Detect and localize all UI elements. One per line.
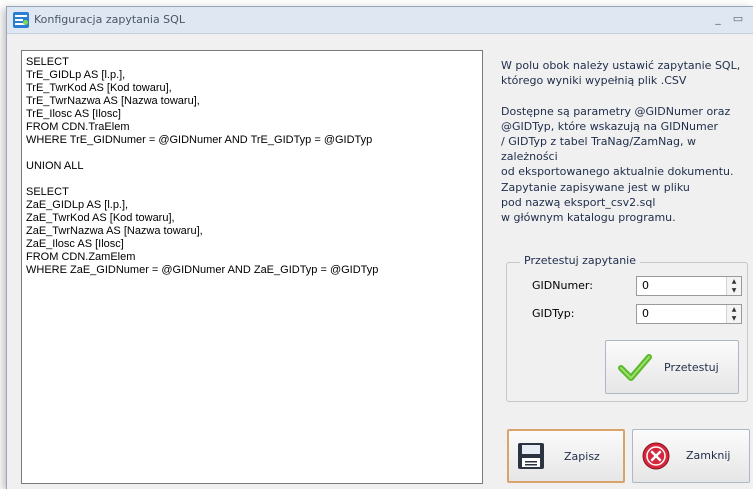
description-line: Dostępne są parametry @GIDNumer oraz [501,105,731,118]
sql-line: TrE_Ilosc AS [Ilosc] [26,108,121,120]
description-paragraph-1: W polu obok należy ustawić zapytanie SQL… [501,58,740,88]
sql-line: FROM CDN.ZamElem [26,251,136,263]
maximize-button[interactable]: ▭ [729,10,747,28]
gidnumer-label: GIDNumer: [532,279,593,292]
gidtyp-spinner[interactable]: 0 ▲ ▼ [636,304,742,324]
sql-line: ZaE_TwrKod AS [Kod towaru], [26,212,175,224]
sql-line: TrE_TwrNazwa AS [Nazwa towaru], [26,95,200,107]
description-line: @GIDTyp, które wskazują na GIDNumer [501,120,719,133]
sql-line: TrE_TwrKod AS [Kod towaru], [26,82,172,94]
description-paragraph-2: Dostępne są parametry @GIDNumer oraz @GI… [501,104,753,179]
sql-line: FROM CDN.TraElem [26,121,130,133]
description-line: W polu obok należy ustawić zapytanie SQL… [501,59,741,72]
save-button[interactable]: Zapisz [507,429,625,483]
sql-line: TrE_GIDLp AS [l.p.], [26,69,126,81]
sql-line: UNION ALL [26,160,84,172]
test-button-label: Przetestuj [664,361,719,374]
spinner-arrows-icon[interactable]: ▲ ▼ [726,277,741,295]
description-line: pod nazwą eksport_csv2.sql [501,196,656,209]
description-line: od eksportowanego aktualnie dokumentu. [501,165,734,178]
sql-query-editor[interactable]: SELECT TrE_GIDLp AS [l.p.], TrE_TwrKod AS … [21,50,483,484]
minimize-button[interactable]: _ [709,10,727,28]
dialog-window: Konfiguracja zapytania SQL _ ▭ × SELECTT… [6,6,753,489]
checkmark-icon [618,354,652,381]
description-line: / GIDTyp z tabel TraNag/ZamNag, w zależn… [501,135,697,163]
sql-line [26,173,478,186]
sql-line: ZaE_TwrNazwa AS [Nazwa towaru], [26,225,203,237]
description-line: którego wyniki wypełnią plik .CSV [501,74,687,87]
sql-line: WHERE TrE_GIDNumer = @GIDNumer AND TrE_G… [26,134,373,146]
sql-line: SELECT [26,56,69,68]
gidnumer-spinner[interactable]: 0 ▲ ▼ [636,276,742,296]
gidtyp-label: GIDTyp: [532,307,575,320]
description-line: w głównym katalogu programu. [501,211,676,224]
test-query-group-title: Przetestuj zapytanie [520,254,641,267]
spinner-arrows-icon[interactable]: ▲ ▼ [726,305,741,323]
gidtyp-value: 0 [642,307,649,320]
gidnumer-value: 0 [642,279,649,292]
sql-config-icon [13,12,29,28]
close-button-label: Zamknij [686,449,731,462]
window-title: Konfiguracja zapytania SQL [34,13,185,26]
sql-line: SELECT [26,186,69,198]
sql-line [26,147,478,160]
sql-line: ZaE_GIDLp AS [l.p.], [26,199,129,211]
title-bar[interactable]: Konfiguracja zapytania SQL _ ▭ × [7,7,753,34]
description-paragraph-3: Zapytanie zapisywane jest w pliku pod na… [501,180,690,225]
test-query-button[interactable]: Przetestuj [605,340,739,394]
save-button-label: Zapisz [564,450,600,463]
floppy-disk-icon [518,443,544,469]
red-x-circle-icon [642,442,670,470]
close-window-button[interactable]: × [747,10,753,28]
sql-line: ZaE_Ilosc AS [Ilosc] [26,238,124,250]
close-button[interactable]: Zamknij [632,429,750,483]
description-line: Zapytanie zapisywane jest w pliku [501,181,690,194]
sql-line: WHERE ZaE_GIDNumer = @GIDNumer AND ZaE_G… [26,264,379,276]
